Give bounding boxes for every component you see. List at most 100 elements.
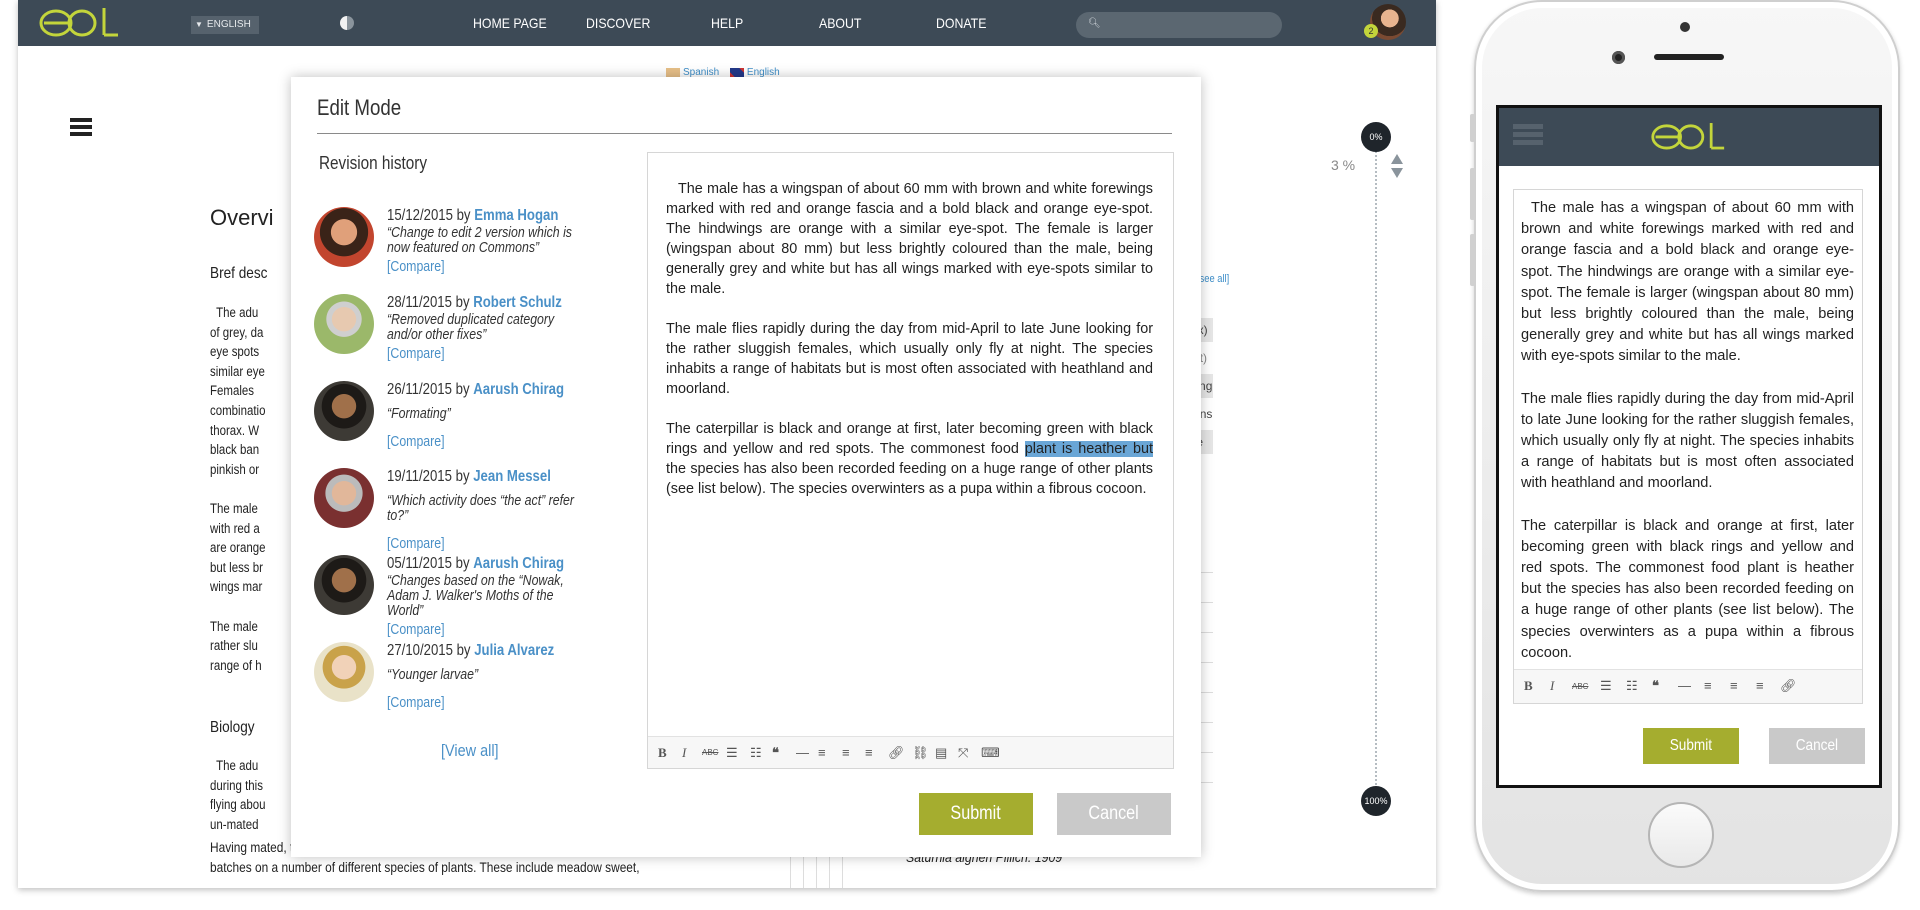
compare-link[interactable]: [Compare]: [387, 434, 591, 450]
fullscreen-icon[interactable]: ⤧: [958, 745, 968, 761]
align-center-icon[interactable]: ≡: [842, 745, 850, 760]
italic-icon[interactable]: I: [1550, 678, 1554, 694]
revision-by: by: [455, 468, 470, 485]
revision-author-link[interactable]: Aarush Chirag: [473, 555, 564, 572]
nav-help[interactable]: HELP: [711, 15, 743, 31]
menu-icon[interactable]: [70, 118, 92, 139]
revision-author-link[interactable]: Julia Alvarez: [474, 642, 554, 659]
phone-frame: The male has a wingspan of about 60 mm w…: [1470, 0, 1900, 892]
editor-toolbar: B I ABC ☰ ☷ ❝ — ≡ ≡ ≡ 🔗︎ ⛓ ▤ ⤧ ⌨: [648, 736, 1173, 768]
editor-toolbar: B I ABC ☰ ☷ ❝ — ≡ ≡ ≡ 🔗︎: [1514, 669, 1862, 703]
horizontal-rule-icon[interactable]: —: [796, 745, 809, 760]
nav-donate[interactable]: DONATE: [936, 15, 986, 31]
phone-side-button: [1470, 114, 1475, 142]
revision-author-link[interactable]: Aarush Chirag: [473, 381, 564, 398]
phone-side-button: [1470, 234, 1475, 286]
compare-link[interactable]: [Compare]: [387, 346, 591, 362]
avatar[interactable]: [314, 294, 374, 354]
revision-by: by: [456, 207, 471, 224]
quote-icon[interactable]: ❝: [772, 745, 779, 761]
cancel-button[interactable]: Cancel: [1057, 793, 1171, 835]
unlink-icon[interactable]: ⛓: [912, 745, 929, 761]
bold-icon[interactable]: B: [1524, 678, 1533, 694]
revision-date: 05/11/2015: [387, 555, 452, 572]
compare-link[interactable]: [Compare]: [387, 695, 591, 711]
nav-about[interactable]: ABOUT: [819, 15, 861, 31]
avatar[interactable]: [314, 381, 374, 441]
avatar[interactable]: [314, 207, 374, 267]
editor-paragraph: The male flies rapidly during the day fr…: [666, 321, 1153, 397]
keyboard-icon[interactable]: ⌨: [981, 745, 1000, 761]
strikethrough-icon[interactable]: ABC: [702, 748, 718, 757]
align-right-icon[interactable]: ≡: [865, 745, 873, 760]
compare-link[interactable]: [Compare]: [387, 536, 591, 552]
bullet-list-icon[interactable]: ☰: [726, 745, 738, 761]
revision-message: “Formating”: [387, 406, 451, 422]
phone-navbar: [1499, 108, 1879, 166]
search-input[interactable]: 🔍︎: [1076, 12, 1282, 38]
arrow-down-icon[interactable]: [1391, 168, 1403, 178]
align-left-icon[interactable]: ≡: [818, 745, 826, 760]
notification-badge[interactable]: 2: [1364, 24, 1378, 38]
language-selector[interactable]: ▼ ENGLISH: [191, 16, 259, 34]
table-icon[interactable]: ▤: [935, 745, 947, 761]
avatar[interactable]: [314, 642, 374, 702]
eol-logo[interactable]: [1650, 118, 1726, 154]
revision-date: 28/11/2015: [387, 294, 452, 311]
cancel-button[interactable]: Cancel: [1769, 728, 1865, 764]
editor-paragraph: The male has a wingspan of about 60 mm w…: [666, 181, 1153, 297]
submit-button[interactable]: Submit: [919, 793, 1033, 835]
selected-text: plant is heather but: [1024, 441, 1153, 457]
avatar[interactable]: [314, 468, 374, 528]
revision-by: by: [456, 642, 471, 659]
nav-discover[interactable]: DISCOVER: [586, 15, 650, 31]
editor-content[interactable]: The male has a wingspan of about 60 mm w…: [666, 179, 1153, 519]
progress-start-marker[interactable]: 0%: [1361, 122, 1391, 152]
revision-author-link[interactable]: Jean Messel: [473, 468, 551, 485]
menu-icon[interactable]: [1513, 124, 1543, 148]
revision-message: “Change to edit 2 version which is now f…: [387, 225, 572, 256]
see-all-link[interactable]: [see all]: [1197, 273, 1229, 285]
strikethrough-icon[interactable]: ABC: [1572, 682, 1588, 691]
bold-icon[interactable]: B: [658, 745, 667, 761]
rich-text-editor[interactable]: The male has a wingspan of about 60 mm w…: [1513, 189, 1863, 704]
submit-label: Submit: [1669, 737, 1713, 754]
editor-paragraph: The male has a wingspan of about 60 mm w…: [1521, 200, 1854, 365]
revision-history-heading: Revision history: [319, 153, 427, 173]
revision-date: 26/11/2015: [387, 381, 452, 398]
revision-author-link[interactable]: Robert Schulz: [473, 294, 562, 311]
editor-content[interactable]: The male has a wingspan of about 60 mm w…: [1521, 198, 1854, 685]
submit-button[interactable]: Submit: [1643, 728, 1739, 764]
link-icon[interactable]: 🔗︎: [1780, 678, 1797, 694]
home-button[interactable]: [1648, 802, 1714, 868]
link-icon[interactable]: 🔗︎: [888, 745, 905, 761]
view-all-link[interactable]: [View all]: [441, 741, 499, 761]
align-left-icon[interactable]: ≡: [1704, 678, 1712, 693]
submit-label: Submit: [950, 803, 1002, 824]
revision-message: “Removed duplicated category and/or othe…: [387, 312, 555, 343]
contrast-toggle-icon[interactable]: [340, 16, 354, 30]
arrow-up-icon[interactable]: [1391, 154, 1403, 164]
rich-text-editor[interactable]: The male has a wingspan of about 60 mm w…: [647, 152, 1174, 769]
caret-down-icon: ▼: [195, 20, 203, 29]
cancel-label: Cancel: [1795, 737, 1839, 754]
divider: [317, 133, 1172, 134]
progress-end-marker[interactable]: 100%: [1361, 786, 1391, 816]
align-right-icon[interactable]: ≡: [1756, 678, 1764, 693]
quote-icon[interactable]: ❝: [1652, 678, 1659, 694]
compare-link[interactable]: [Compare]: [387, 259, 591, 275]
compare-link[interactable]: [Compare]: [387, 622, 591, 638]
bullet-list-icon[interactable]: ☰: [1600, 678, 1612, 694]
italic-icon[interactable]: I: [682, 745, 686, 761]
eol-logo[interactable]: [38, 4, 120, 40]
revision-author-link[interactable]: Emma Hogan: [474, 207, 558, 224]
description-paragraph: The adu of grey, da eye spots similar ey…: [210, 305, 266, 673]
front-camera-icon: [1612, 51, 1625, 64]
nav-home-page[interactable]: HOME PAGE: [473, 15, 547, 31]
align-center-icon[interactable]: ≡: [1730, 678, 1738, 693]
avatar[interactable]: [314, 555, 374, 615]
editor-paragraph: The male flies rapidly during the day fr…: [1521, 390, 1854, 492]
numbered-list-icon[interactable]: ☷: [750, 745, 762, 761]
numbered-list-icon[interactable]: ☷: [1626, 678, 1638, 694]
horizontal-rule-icon[interactable]: —: [1678, 678, 1691, 693]
